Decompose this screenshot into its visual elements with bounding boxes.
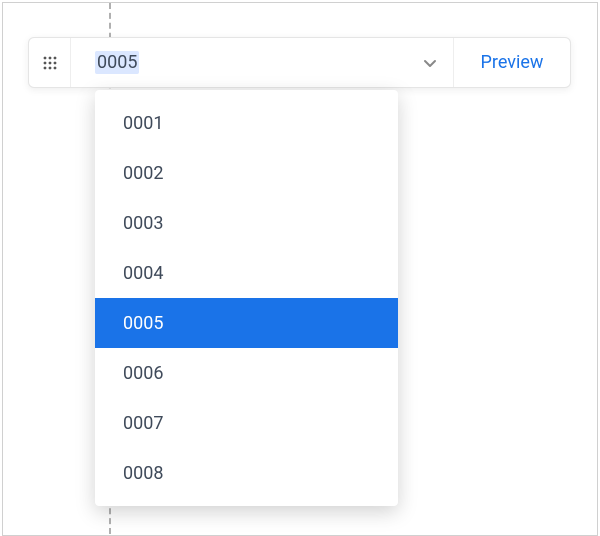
select-dropdown[interactable]: 0001 0002 0003 0004 0005 0006 0007 0008 <box>95 90 398 506</box>
drag-handle[interactable] <box>29 38 71 87</box>
select-option-label: 0001 <box>123 113 163 134</box>
select-option[interactable]: 0006 <box>95 348 398 398</box>
select-option[interactable]: 0005 <box>95 298 398 348</box>
preview-button[interactable]: Preview <box>481 52 544 73</box>
select-option[interactable]: 0001 <box>95 98 398 148</box>
select-option-label: 0003 <box>123 213 163 234</box>
select-option[interactable]: 0007 <box>95 398 398 448</box>
select-value: 0005 <box>95 51 139 74</box>
select-option-label: 0004 <box>123 263 163 284</box>
select-option-label: 0002 <box>123 163 163 184</box>
select-option[interactable]: 0004 <box>95 248 398 298</box>
select-option[interactable]: 0002 <box>95 148 398 198</box>
select-option[interactable]: 0008 <box>95 448 398 498</box>
select-option-label: 0005 <box>123 313 163 334</box>
preview-cell: Preview <box>454 38 570 87</box>
select-option-label: 0008 <box>123 463 163 484</box>
select-option-label: 0006 <box>123 363 163 384</box>
select-option[interactable]: 0003 <box>95 198 398 248</box>
select-option-label: 0007 <box>123 413 163 434</box>
select-trigger[interactable]: 0005 <box>71 38 454 87</box>
chevron-down-icon <box>421 54 439 72</box>
drag-handle-icon <box>43 56 57 70</box>
row-toolbar: 0005 Preview <box>28 37 571 88</box>
